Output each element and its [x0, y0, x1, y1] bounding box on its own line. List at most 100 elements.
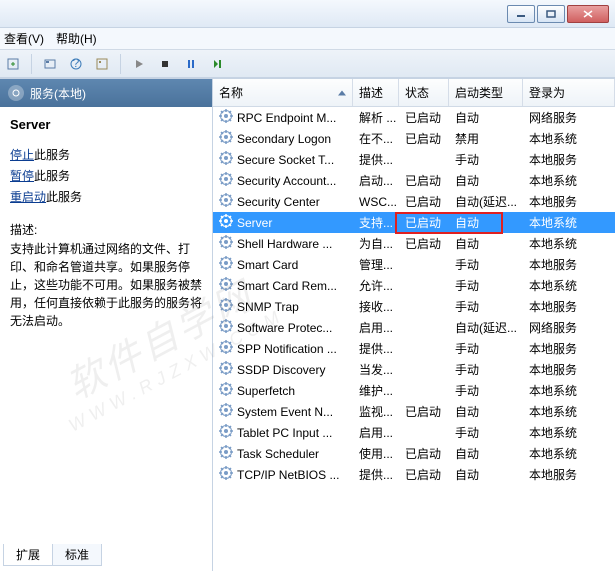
service-logon: 本地系统 — [523, 424, 615, 441]
service-desc: 提供... — [353, 151, 399, 168]
service-startup: 禁用 — [449, 130, 523, 147]
stop-icon[interactable] — [154, 53, 176, 75]
svg-text:?: ? — [73, 57, 80, 70]
maximize-button[interactable] — [537, 5, 565, 23]
service-desc: 提供... — [353, 466, 399, 483]
bottom-tabs: 扩展 标准 — [3, 544, 101, 566]
gear-icon — [219, 382, 233, 399]
service-logon: 网络服务 — [523, 109, 615, 126]
help-icon[interactable]: ? — [65, 53, 87, 75]
table-row[interactable]: Tablet PC Input ...启用...手动本地系统 — [213, 422, 615, 443]
service-desc: 在不... — [353, 130, 399, 147]
gear-icon — [219, 109, 233, 126]
service-status: 已启动 — [399, 445, 449, 462]
table-row[interactable]: TCP/IP NetBIOS ...提供...已启动自动本地服务 — [213, 464, 615, 485]
service-logon: 本地系统 — [523, 403, 615, 420]
col-status[interactable]: 状态 — [399, 79, 449, 106]
menu-help[interactable]: 帮助(H) — [56, 30, 97, 47]
table-row[interactable]: Smart Card管理...手动本地服务 — [213, 254, 615, 275]
gear-icon — [219, 235, 233, 252]
service-name: Shell Hardware ... — [237, 237, 332, 251]
table-row[interactable]: SSDP Discovery当发...手动本地服务 — [213, 359, 615, 380]
col-name[interactable]: 名称 — [213, 79, 353, 106]
gear-icon — [219, 466, 233, 483]
table-row[interactable]: SPP Notification ...提供...手动本地服务 — [213, 338, 615, 359]
service-status: 已启动 — [399, 466, 449, 483]
service-status: 已启动 — [399, 214, 449, 231]
table-row[interactable]: Task Scheduler使用...已启动自动本地系统 — [213, 443, 615, 464]
minimize-button[interactable] — [507, 5, 535, 23]
service-desc: 提供... — [353, 340, 399, 357]
service-name: Security Account... — [237, 174, 336, 188]
service-name: Server — [237, 216, 272, 230]
table-row[interactable]: System Event N...监视...已启动自动本地系统 — [213, 401, 615, 422]
refresh-icon[interactable] — [39, 53, 61, 75]
service-startup: 手动 — [449, 298, 523, 315]
gear-icon — [219, 298, 233, 315]
table-row[interactable]: SNMP Trap 接收... 手动本地服务 — [213, 296, 615, 317]
table-row[interactable]: Shell Hardware ...为自...已启动自动本地系统 — [213, 233, 615, 254]
service-name: SSDP Discovery — [237, 363, 325, 377]
service-status: 已启动 — [399, 130, 449, 147]
service-startup: 自动 — [449, 109, 523, 126]
gear-icon — [219, 319, 233, 336]
menubar: 查看(V) 帮助(H) — [0, 28, 615, 50]
table-row[interactable]: Server 支持...已启动自动本地系统 — [213, 212, 615, 233]
service-startup: 自动 — [449, 403, 523, 420]
service-startup: 自动(延迟... — [449, 193, 523, 210]
gear-icon — [219, 151, 233, 168]
col-logon[interactable]: 登录为 — [523, 79, 615, 106]
table-row[interactable]: Software Protec...启用...自动(延迟...网络服务 — [213, 317, 615, 338]
close-button[interactable] — [567, 5, 609, 23]
service-logon: 本地系统 — [523, 214, 615, 231]
service-logon: 本地服务 — [523, 298, 615, 315]
col-desc[interactable]: 描述 — [353, 79, 399, 106]
restart-icon[interactable] — [206, 53, 228, 75]
table-row[interactable]: Superfetch维护...手动本地系统 — [213, 380, 615, 401]
service-logon: 本地服务 — [523, 361, 615, 378]
pause-icon[interactable] — [180, 53, 202, 75]
description-text: 支持此计算机通过网络的文件、打印、和命名管道共享。如果服务停止，这些功能不可用。… — [10, 240, 202, 330]
gear-icon — [219, 193, 233, 210]
properties-icon[interactable] — [91, 53, 113, 75]
service-startup: 手动 — [449, 382, 523, 399]
export-icon[interactable] — [2, 53, 24, 75]
service-status: 已启动 — [399, 109, 449, 126]
restart-service-link[interactable]: 重启动 — [10, 190, 46, 204]
service-desc: 接收... — [353, 298, 399, 315]
table-row[interactable]: RPC Endpoint M...解析 ...已启动自动网络服务 — [213, 107, 615, 128]
service-logon: 本地系统 — [523, 172, 615, 189]
gear-icon — [219, 340, 233, 357]
gear-icon — [219, 361, 233, 378]
service-name: Security Center — [237, 195, 320, 209]
service-desc: 支持... — [353, 214, 399, 231]
tab-extended[interactable]: 扩展 — [3, 544, 53, 566]
service-name: SPP Notification ... — [237, 342, 337, 356]
col-startup[interactable]: 启动类型 — [449, 79, 523, 106]
service-startup: 手动 — [449, 277, 523, 294]
service-name: RPC Endpoint M... — [237, 111, 336, 125]
menu-view[interactable]: 查看(V) — [4, 30, 44, 47]
service-name: Software Protec... — [237, 321, 332, 335]
titlebar — [0, 0, 615, 28]
table-row[interactable]: Secondary Logon在不...已启动禁用本地系统 — [213, 128, 615, 149]
service-name: SNMP Trap — [237, 300, 299, 314]
service-name: Smart Card Rem... — [237, 279, 337, 293]
gear-icon — [219, 130, 233, 147]
service-startup: 自动 — [449, 466, 523, 483]
service-startup: 自动 — [449, 172, 523, 189]
toolbar: ? — [0, 50, 615, 78]
table-row[interactable]: Smart Card Rem...允许...手动本地系统 — [213, 275, 615, 296]
table-row[interactable]: Security CenterWSC...已启动自动(延迟...本地服务 — [213, 191, 615, 212]
pause-service-link[interactable]: 暂停 — [10, 169, 34, 183]
service-desc: 当发... — [353, 361, 399, 378]
table-row[interactable]: Secure Socket T...提供...手动本地服务 — [213, 149, 615, 170]
play-icon[interactable] — [128, 53, 150, 75]
stop-service-link[interactable]: 停止 — [10, 148, 34, 162]
service-desc: 启动... — [353, 172, 399, 189]
service-logon: 本地系统 — [523, 277, 615, 294]
service-startup: 手动 — [449, 424, 523, 441]
table-row[interactable]: Security Account...启动...已启动自动本地系统 — [213, 170, 615, 191]
service-startup: 自动 — [449, 214, 523, 231]
tab-standard[interactable]: 标准 — [52, 544, 102, 566]
